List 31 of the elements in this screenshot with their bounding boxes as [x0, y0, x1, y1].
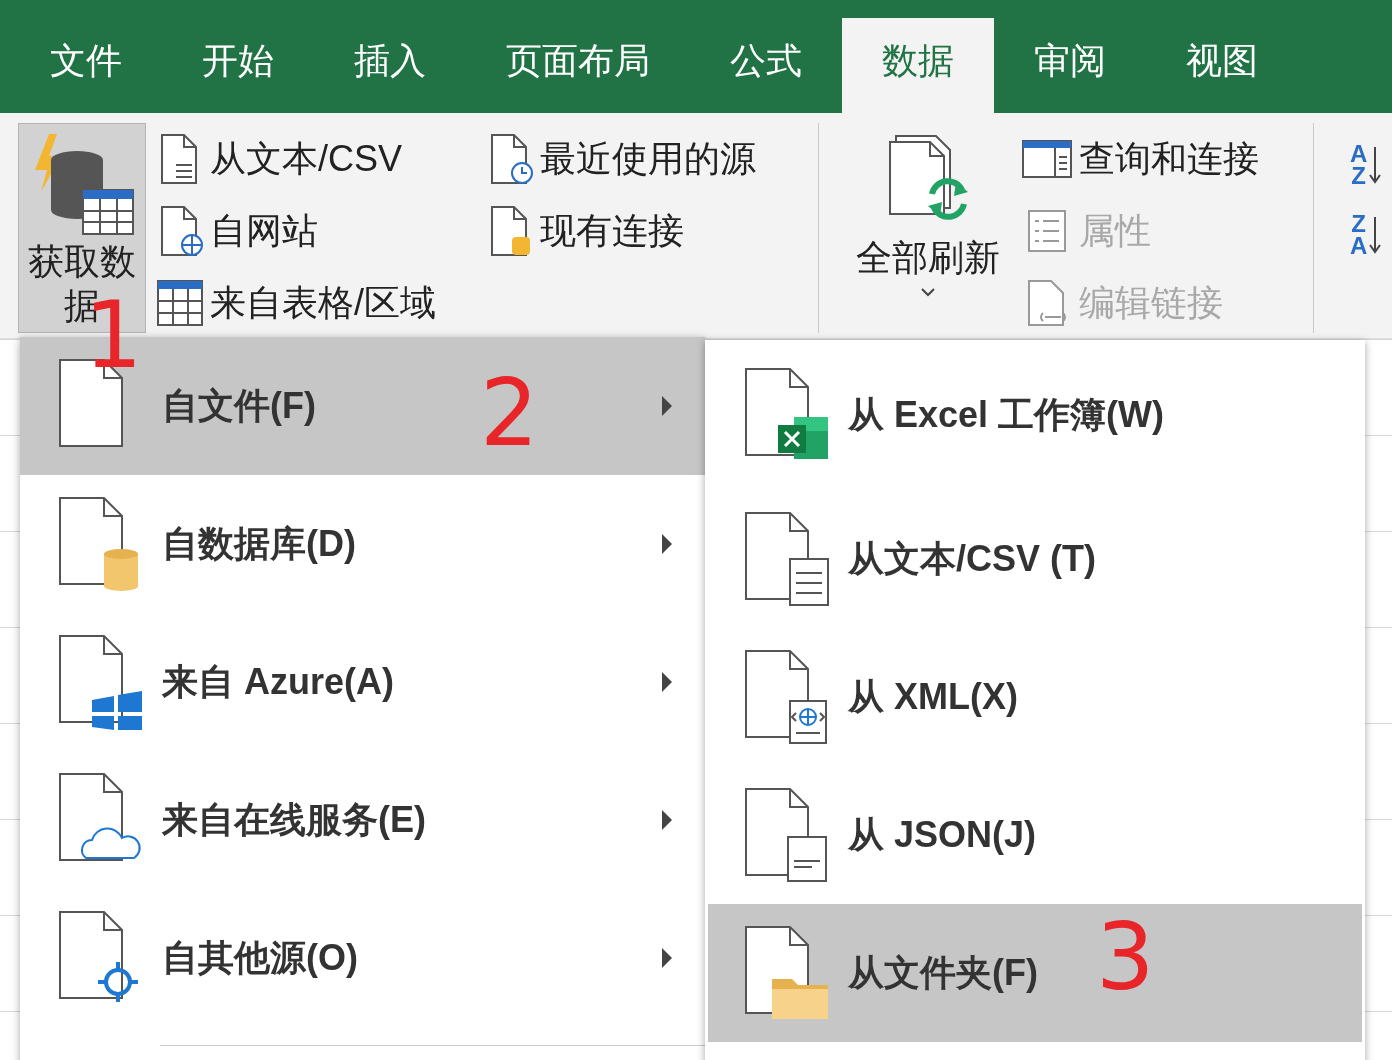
menu-item[interactable]: 自数据库(D)	[20, 475, 705, 613]
menu-item[interactable]: 从 Excel 工作簿(W)	[708, 340, 1362, 490]
ribbon-tab[interactable]: 审阅	[994, 18, 1146, 113]
ribbon-tab[interactable]: 页面布局	[466, 18, 690, 113]
ribbon-tab[interactable]: 插入	[314, 18, 466, 113]
refresh-all-button[interactable]: 全部刷新	[845, 123, 1011, 333]
ribbon-tab[interactable]: 数据	[842, 18, 994, 113]
ribbon-command[interactable]: 自网站	[156, 195, 486, 267]
menu-item[interactable]: 从 JSON(J)	[708, 766, 1362, 904]
annotation-number: 3	[1096, 912, 1155, 1004]
menu-item[interactable]: 从 XML(X)	[708, 628, 1362, 766]
text-file-icon	[742, 511, 832, 607]
caret-icon	[920, 287, 936, 297]
ribbon-command[interactable]: 现有连接	[486, 195, 806, 267]
ribbon-command[interactable]: 最近使用的源	[486, 123, 806, 195]
ribbon-tab[interactable]: 公式	[690, 18, 842, 113]
ribbon-tab[interactable]: 开始	[162, 18, 314, 113]
ribbon-tab[interactable]: 视图	[1146, 18, 1298, 113]
annotation-number: 2	[480, 368, 539, 460]
table-icon	[156, 277, 204, 329]
menu-item[interactable]: 来自 Azure(A)	[20, 613, 705, 751]
ribbon-command[interactable]: 查询和连接	[1021, 123, 1301, 195]
down-arrow-icon	[1369, 215, 1382, 255]
ribbon-command[interactable]: 从文本/CSV	[156, 123, 486, 195]
menu-item[interactable]: 从文本/CSV (T)	[708, 490, 1362, 628]
menu-item[interactable]: 自其他源(O)	[20, 889, 705, 1027]
down-arrow-icon	[1369, 145, 1382, 185]
sort-button[interactable]: A Z	[1350, 143, 1382, 187]
sort-button[interactable]: Z A	[1350, 213, 1382, 257]
ribbon-tab[interactable]: 文件	[10, 18, 162, 113]
menu-item[interactable]: 来自在线服务(E)	[20, 751, 705, 889]
